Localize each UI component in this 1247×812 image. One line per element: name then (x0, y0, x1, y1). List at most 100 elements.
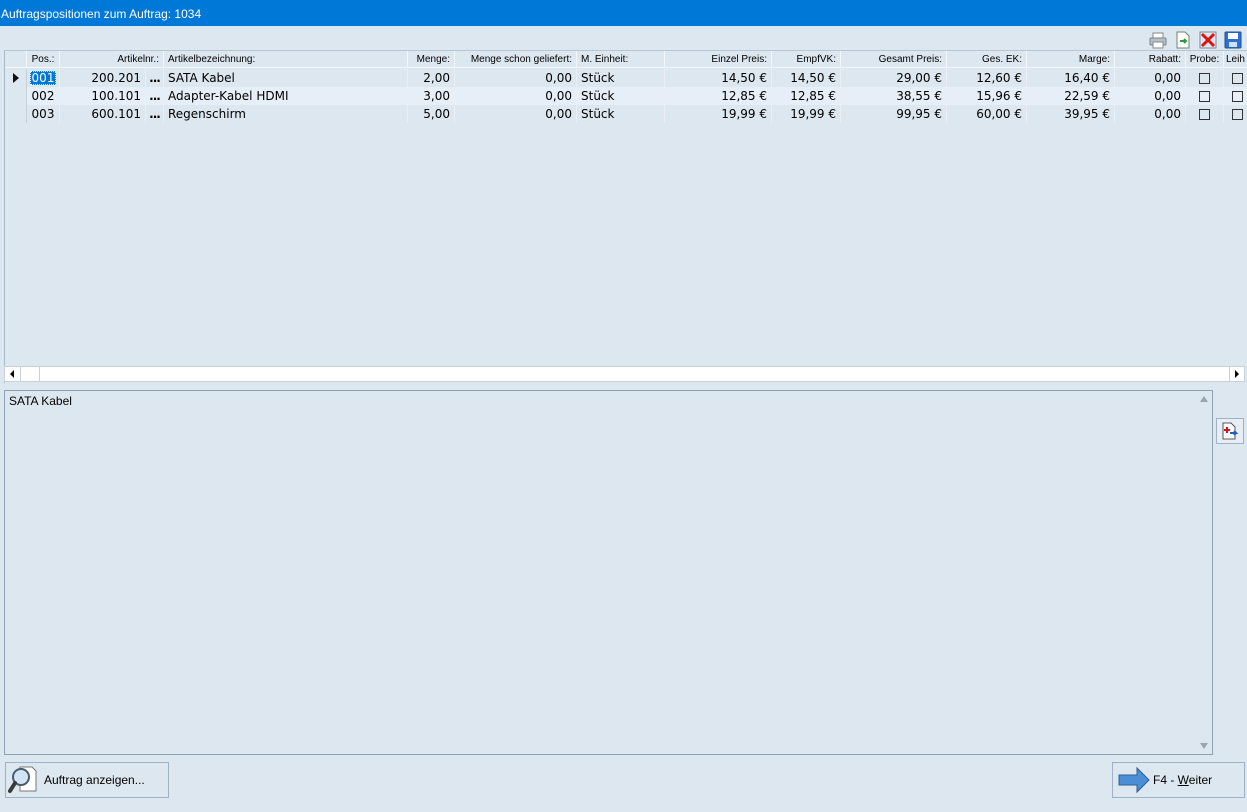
col-header-geliefert[interactable]: Menge schon geliefert: (455, 51, 577, 68)
save-icon (1224, 31, 1242, 49)
scroll-up-arrow-icon[interactable] (1200, 396, 1208, 402)
probe-cell (1186, 105, 1224, 123)
menge-cell[interactable]: 5,00 (408, 105, 455, 123)
delete-button[interactable] (1198, 30, 1218, 50)
next-label-accelerator: W (1177, 773, 1189, 787)
scroll-left-arrow-icon (10, 370, 14, 378)
save-button[interactable] (1223, 30, 1243, 50)
leih-checkbox[interactable] (1232, 90, 1243, 102)
print-button[interactable] (1148, 30, 1168, 50)
memo-text[interactable]: SATA Kabel (9, 394, 72, 408)
delete-icon (1199, 31, 1217, 49)
bezeichnung-cell[interactable]: Adapter-Kabel HDMI (164, 87, 408, 105)
einzelpreis-cell[interactable]: 14,50 € (665, 69, 772, 87)
horizontal-scrollbar[interactable] (4, 366, 1245, 382)
rabatt-cell[interactable]: 0,00 (1115, 69, 1186, 87)
col-header-pos[interactable]: Pos.: (27, 51, 60, 68)
window-title: Auftragspositionen zum Auftrag: 1034 (0, 0, 1247, 26)
probe-checkbox[interactable] (1199, 90, 1210, 102)
col-header-menge[interactable]: Menge: (408, 51, 455, 68)
leih-cell (1224, 69, 1247, 87)
col-header-probe[interactable]: Probe: (1186, 51, 1224, 68)
pos-cell[interactable]: 003 (27, 105, 60, 123)
next-button[interactable]: F4 - Weiter (1112, 762, 1245, 798)
arrow-right-icon (1118, 766, 1150, 794)
scrollbar-thumb[interactable] (20, 367, 40, 381)
col-header-gesek[interactable]: Ges. EK: (947, 51, 1027, 68)
current-row-pointer-icon (12, 73, 19, 83)
scroll-right-button[interactable] (1229, 367, 1244, 381)
empfvk-cell[interactable]: 12,85 € (772, 87, 841, 105)
grid-header-row: Pos.: Artikelnr.: Artikelbezeichnung: Me… (5, 51, 1247, 68)
vertical-scrollbar[interactable] (1196, 391, 1212, 754)
geliefert-cell[interactable]: 0,00 (455, 87, 577, 105)
einzelpreis-cell[interactable]: 12,85 € (665, 87, 772, 105)
menge-cell[interactable]: 2,00 (408, 69, 455, 87)
positions-grid: Pos.: Artikelnr.: Artikelbezeichnung: Me… (4, 50, 1247, 383)
col-header-bezeichnung[interactable]: Artikelbezeichnung: (164, 51, 408, 68)
gesamtpreis-cell[interactable]: 99,95 € (841, 105, 947, 123)
col-header-gesamtpreis[interactable]: Gesamt Preis: (841, 51, 947, 68)
leih-checkbox[interactable] (1232, 108, 1243, 120)
artikel-lookup-button[interactable]: ... (146, 87, 164, 105)
leih-cell (1224, 87, 1247, 105)
table-row[interactable]: 003 600.101 ... Regenschirm 5,00 0,00 St… (5, 105, 1247, 123)
pos-cell[interactable]: 002 (27, 87, 60, 105)
row-selector-header (5, 51, 27, 68)
export-button[interactable] (1173, 30, 1193, 50)
description-memo[interactable]: SATA Kabel (4, 390, 1213, 755)
einheit-cell[interactable]: Stück (577, 87, 665, 105)
col-header-empfvk[interactable]: EmpfVK: (772, 51, 841, 68)
probe-checkbox[interactable] (1199, 108, 1210, 120)
probe-cell (1186, 87, 1224, 105)
row-selector[interactable] (5, 87, 27, 105)
artikelnr-cell[interactable]: 100.101 (60, 87, 146, 105)
col-header-leih[interactable]: Leih (1224, 51, 1247, 68)
col-header-einzelpreis[interactable]: Einzel Preis: (665, 51, 772, 68)
empfvk-cell[interactable]: 19,99 € (772, 105, 841, 123)
gesek-cell[interactable]: 15,96 € (947, 87, 1027, 105)
bezeichnung-cell[interactable]: Regenschirm (164, 105, 408, 123)
row-selector[interactable] (5, 105, 27, 123)
magnifier-icon (8, 766, 37, 793)
scroll-down-arrow-icon[interactable] (1200, 743, 1208, 749)
probe-checkbox[interactable] (1199, 72, 1210, 84)
einzelpreis-cell[interactable]: 19,99 € (665, 105, 772, 123)
marge-cell[interactable]: 22,59 € (1027, 87, 1115, 105)
marge-cell[interactable]: 16,40 € (1027, 69, 1115, 87)
leih-checkbox[interactable] (1232, 72, 1243, 84)
rabatt-cell[interactable]: 0,00 (1115, 87, 1186, 105)
bezeichnung-cell[interactable]: SATA Kabel (164, 69, 408, 87)
geliefert-cell[interactable]: 0,00 (455, 105, 577, 123)
gesek-cell[interactable]: 12,60 € (947, 69, 1027, 87)
menge-cell[interactable]: 3,00 (408, 87, 455, 105)
artikelnr-cell[interactable]: 600.101 (60, 105, 146, 123)
show-order-button[interactable]: Auftrag anzeigen... (5, 762, 169, 798)
geliefert-cell[interactable]: 0,00 (455, 69, 577, 87)
pos-value[interactable]: 001 (29, 71, 57, 85)
gesamtpreis-cell[interactable]: 29,00 € (841, 69, 947, 87)
next-label-prefix: F4 - (1153, 773, 1178, 787)
col-header-rabatt[interactable]: Rabatt: (1115, 51, 1186, 68)
rabatt-cell[interactable]: 0,00 (1115, 105, 1186, 123)
einheit-cell[interactable]: Stück (577, 69, 665, 87)
artikelnr-cell[interactable]: 200.201 (60, 69, 146, 87)
einheit-cell[interactable]: Stück (577, 105, 665, 123)
marge-cell[interactable]: 39,95 € (1027, 105, 1115, 123)
gesamtpreis-cell[interactable]: 38,55 € (841, 87, 947, 105)
scroll-left-button[interactable] (5, 367, 19, 381)
col-header-artikelnr[interactable]: Artikelnr.: (60, 51, 164, 68)
col-header-marge[interactable]: Marge: (1027, 51, 1115, 68)
artikel-lookup-button[interactable]: ... (146, 105, 164, 123)
printer-icon (1149, 32, 1167, 49)
insert-text-button[interactable] (1216, 418, 1244, 444)
empfvk-cell[interactable]: 14,50 € (772, 69, 841, 87)
gesek-cell[interactable]: 60,00 € (947, 105, 1027, 123)
table-row[interactable]: 002 100.101 ... Adapter-Kabel HDMI 3,00 … (5, 87, 1247, 105)
grid-toolbar (1148, 30, 1243, 50)
artikel-lookup-button[interactable]: ... (146, 69, 164, 87)
table-row[interactable]: 001 200.201 ... SATA Kabel 2,00 0,00 Stü… (5, 69, 1247, 87)
probe-cell (1186, 69, 1224, 87)
row-selector[interactable] (5, 69, 27, 87)
col-header-einheit[interactable]: M. Einheit: (577, 51, 665, 68)
